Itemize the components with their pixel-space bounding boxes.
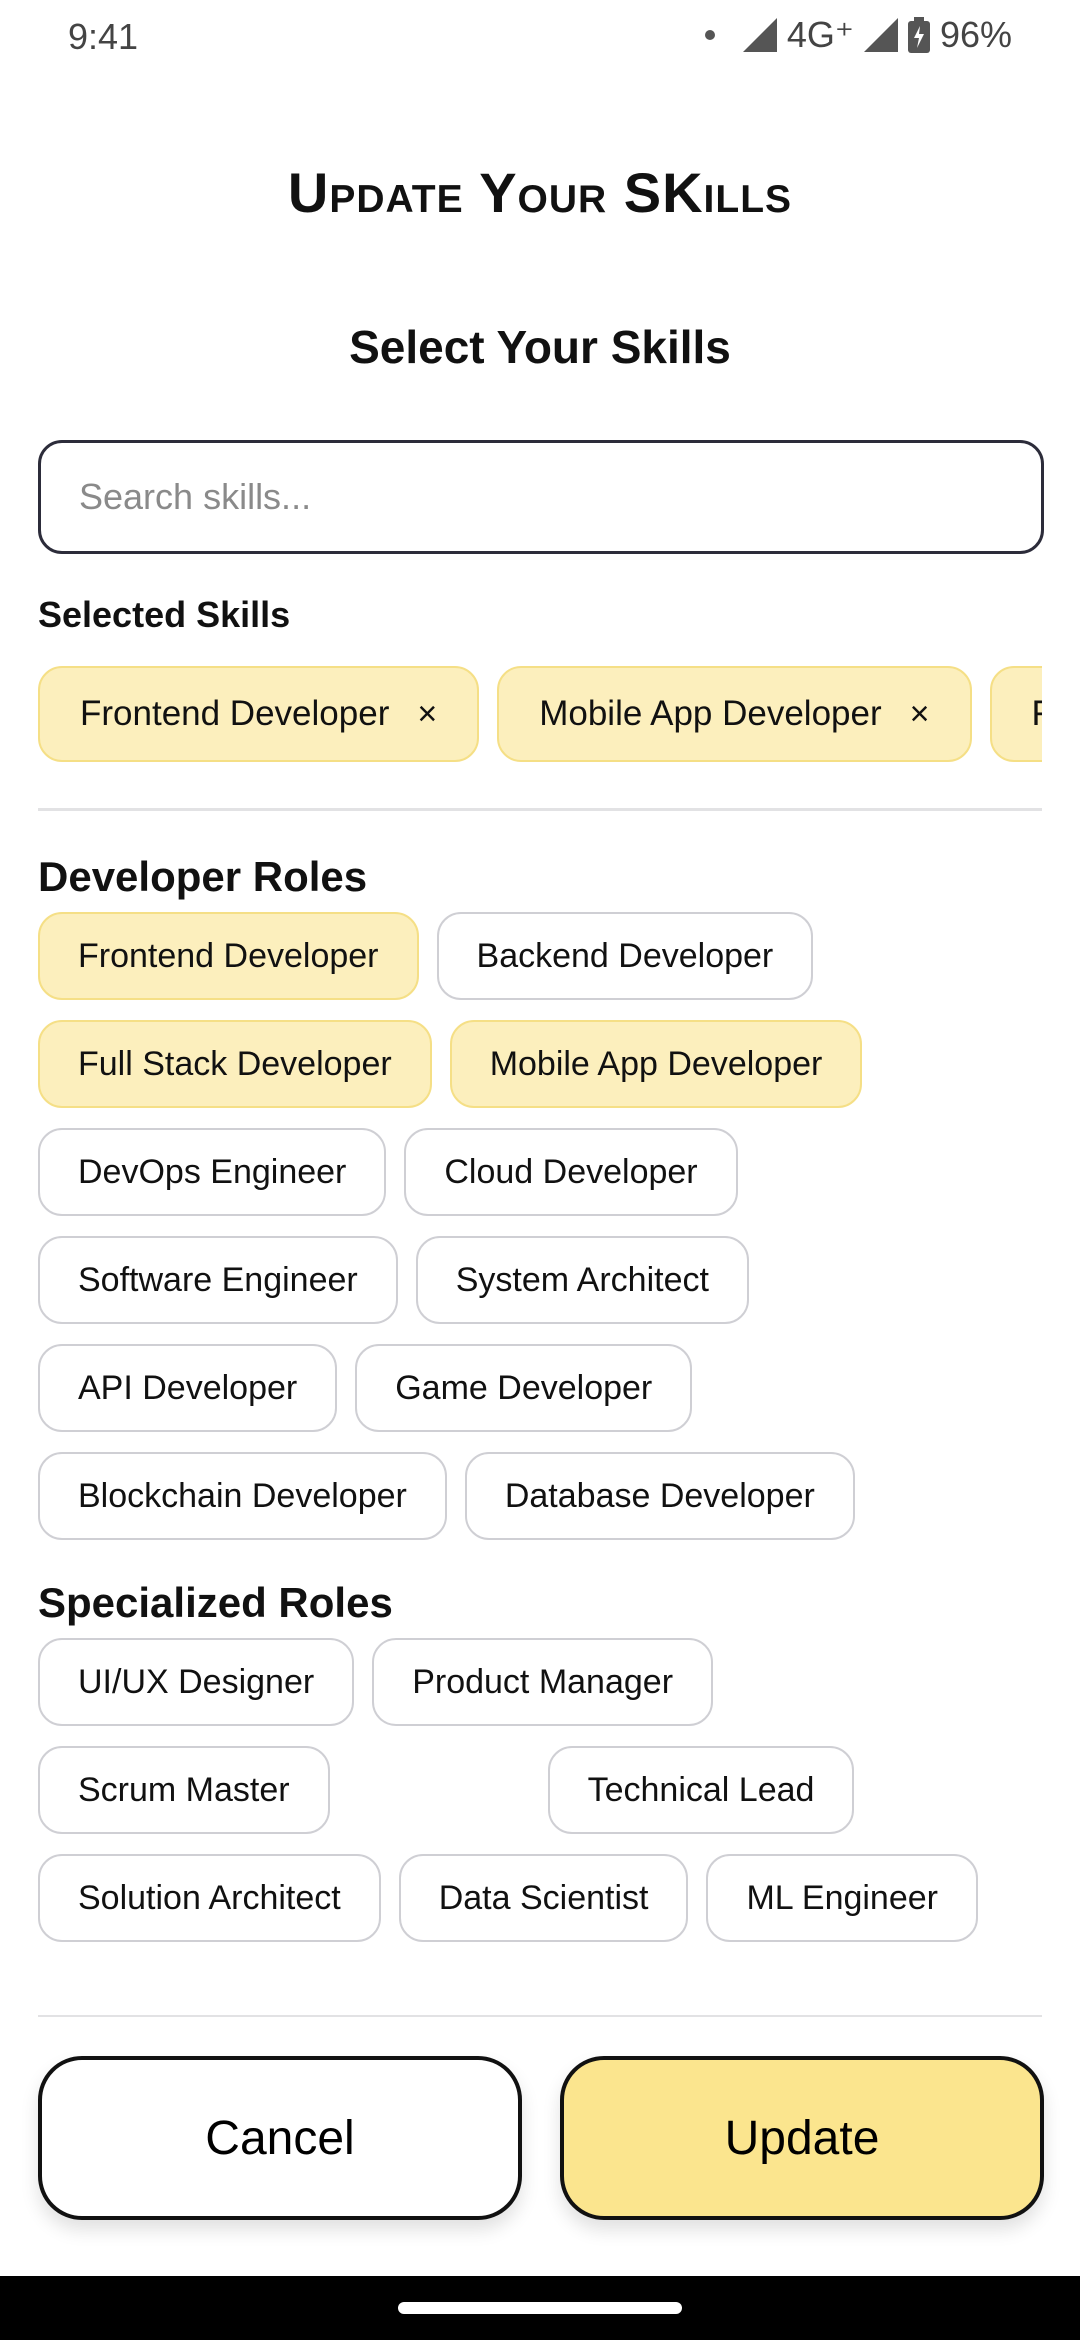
status-icons: 4G⁺ 96% (704, 14, 1012, 56)
update-button[interactable]: Update (560, 2056, 1044, 2220)
skill-chip[interactable]: Scrum Master (38, 1746, 330, 1834)
skill-chip[interactable]: UI/UX Designer (38, 1638, 355, 1726)
skill-chip[interactable]: Game Developer (355, 1344, 693, 1432)
group-title-developer-roles: Developer Roles (38, 853, 368, 900)
search-box[interactable] (38, 440, 1044, 554)
home-handle[interactable] (398, 2302, 682, 2314)
network-type: 4G⁺ (786, 14, 854, 55)
status-time: 9:41 (68, 16, 139, 57)
notification-dot-icon (704, 30, 715, 40)
remove-skill-icon[interactable]: × (417, 695, 437, 734)
status-bar: 9:41 4G⁺ 96% (0, 0, 1080, 80)
signal-icon (742, 18, 777, 52)
signal-strength-icon (863, 18, 898, 52)
selected-skill-chip[interactable]: Frontend Developer × (38, 666, 480, 762)
skill-chip[interactable]: System Architect (415, 1236, 749, 1324)
skill-chip[interactable]: API Developer (38, 1344, 338, 1432)
selected-skills-row[interactable]: Frontend Developer × Mobile App Develope… (38, 666, 1042, 762)
cancel-button[interactable]: Cancel (38, 2056, 522, 2220)
divider (38, 808, 1042, 811)
section-title: Select Your Skills (349, 321, 731, 373)
skill-chip[interactable]: Solution Architect (38, 1854, 381, 1942)
battery-charging-icon (907, 17, 930, 53)
page-title: Update Your SKills (287, 161, 793, 224)
skill-chip[interactable]: Mobile App Developer (449, 1020, 863, 1108)
skill-chip[interactable]: ML Engineer (706, 1854, 978, 1942)
skills-list[interactable]: Developer Roles Frontend Developer Backe… (0, 830, 1080, 2016)
specialized-roles-chips: UI/UX Designer Product Manager Scrum Mas… (0, 1638, 1080, 1942)
skill-chip[interactable]: Database Developer (464, 1452, 855, 1540)
navigation-bar (0, 2276, 1080, 2340)
selected-skill-label: Mobile App Developer (539, 694, 882, 733)
skill-chip[interactable]: Data Scientist (398, 1854, 689, 1942)
selected-skill-label: Frontend Developer (80, 694, 390, 733)
skill-chip[interactable]: Full Stack Developer (38, 1020, 432, 1108)
skill-chip[interactable]: Backend Developer (436, 912, 814, 1000)
skill-chip[interactable]: Blockchain Developer (38, 1452, 447, 1540)
skill-chip[interactable]: Software Engineer (38, 1236, 398, 1324)
bottom-divider (38, 2015, 1042, 2017)
group-title-specialized-roles: Specialized Roles (38, 1579, 393, 1626)
skill-chip[interactable]: Cloud Developer (404, 1128, 738, 1216)
skill-chip[interactable]: Product Manager (372, 1638, 714, 1726)
skill-chip[interactable]: DevOps Engineer (38, 1128, 387, 1216)
search-input[interactable] (41, 443, 1041, 551)
skill-chip[interactable]: Frontend Developer (38, 912, 419, 1000)
selected-skills-label: Selected Skills (38, 594, 291, 635)
selected-skill-chip[interactable]: Full Stack Developer × (989, 666, 1043, 762)
skill-chip[interactable]: Technical Lead (547, 1746, 855, 1834)
developer-roles-chips: Frontend Developer Backend Developer Ful… (0, 912, 940, 1540)
selected-skill-chip[interactable]: Mobile App Developer × (497, 666, 972, 762)
remove-skill-icon[interactable]: × (910, 695, 930, 734)
battery-level: 96% (939, 14, 1012, 55)
selected-skill-label: Full Stack Developer (1032, 694, 1043, 734)
